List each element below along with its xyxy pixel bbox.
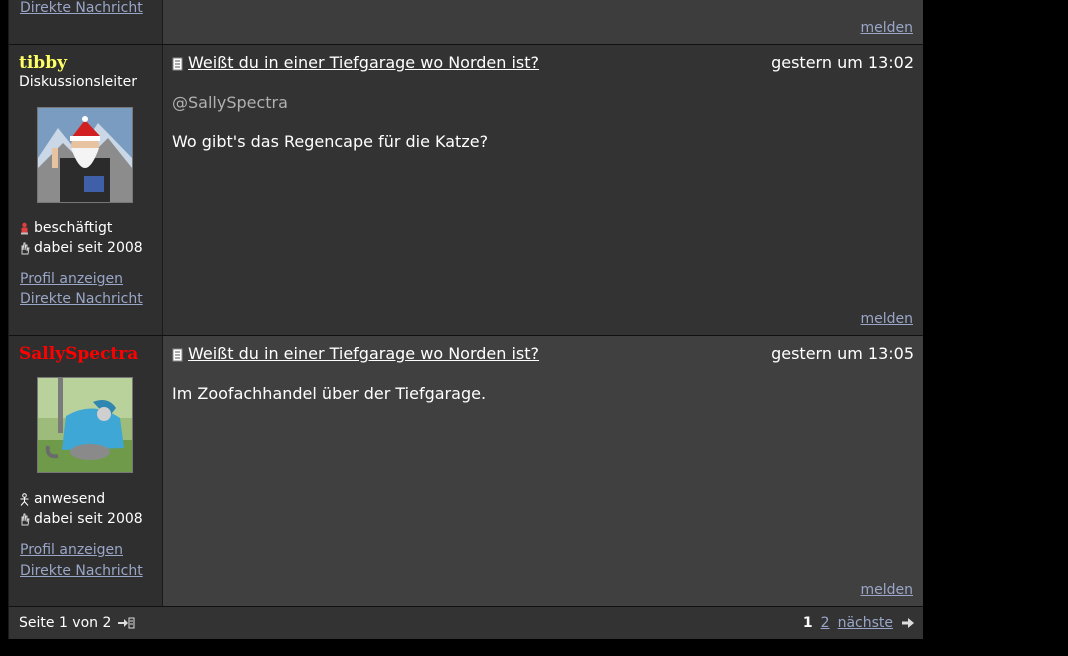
page-link-2[interactable]: 2 bbox=[821, 615, 830, 631]
status-label: beschäftigt bbox=[34, 220, 113, 236]
member-since: dabei seit 2008 bbox=[19, 240, 143, 256]
hand-icon bbox=[19, 513, 30, 526]
post-body: Weißt du in einer Tiefgarage wo Norden i… bbox=[163, 45, 923, 335]
direct-message-link[interactable]: Direkte Nachricht bbox=[20, 291, 143, 307]
post-body: melden bbox=[163, 0, 923, 44]
post-list: Direkte Nachricht melden tibby Diskussio… bbox=[8, 0, 923, 639]
post-title[interactable]: Weißt du in einer Tiefgarage wo Norden i… bbox=[188, 344, 539, 363]
online-status: anwesend bbox=[19, 491, 105, 507]
author-panel: Direkte Nachricht bbox=[9, 0, 163, 44]
report-link[interactable]: melden bbox=[860, 20, 913, 36]
user-rank: Diskussionsleiter bbox=[19, 74, 137, 90]
direct-message-link[interactable]: Direkte Nachricht bbox=[20, 0, 143, 16]
hand-icon bbox=[19, 242, 30, 255]
post-document-icon bbox=[172, 347, 184, 361]
post-date: gestern um 13:02 bbox=[771, 53, 914, 72]
post-document-icon bbox=[172, 56, 184, 70]
username[interactable]: tibby bbox=[19, 53, 67, 73]
jump-to-page-icon[interactable] bbox=[117, 617, 135, 629]
member-since: dabei seit 2008 bbox=[19, 511, 143, 527]
post-body: Weißt du in einer Tiefgarage wo Norden i… bbox=[163, 336, 923, 606]
member-since-label: dabei seit 2008 bbox=[34, 240, 143, 256]
author-panel: SallySpectra anwesend dabei seit 2008 Pr… bbox=[9, 336, 163, 606]
avatar-santa-image bbox=[38, 108, 132, 202]
page-summary: Seite 1 von 2 bbox=[19, 615, 112, 631]
online-status: beschäftigt bbox=[19, 220, 112, 236]
post-date: gestern um 13:05 bbox=[771, 344, 914, 363]
post-title[interactable]: Weißt du in einer Tiefgarage wo Norden i… bbox=[188, 53, 539, 72]
post-header: Weißt du in einer Tiefgarage wo Norden i… bbox=[172, 344, 914, 363]
profile-link[interactable]: Profil anzeigen bbox=[20, 542, 123, 558]
previous-post: Direkte Nachricht melden bbox=[9, 0, 923, 45]
pagination: Seite 1 von 2 1 2 nächste bbox=[9, 607, 923, 639]
next-page-link[interactable]: nächste bbox=[838, 615, 893, 631]
post-text: Im Zoofachhandel über der Tiefgarage. bbox=[172, 384, 487, 403]
status-label: anwesend bbox=[34, 491, 106, 507]
report-link[interactable]: melden bbox=[860, 311, 913, 327]
post-sallyspectra: SallySpectra anwesend dabei seit 2008 Pr… bbox=[9, 336, 923, 607]
present-person-icon bbox=[19, 492, 30, 506]
avatar-cat-image bbox=[38, 378, 132, 472]
report-link[interactable]: melden bbox=[860, 582, 913, 598]
post-tibby: tibby Diskussionsleiter beschäftigt dabe… bbox=[9, 45, 923, 336]
arrow-right-icon[interactable] bbox=[901, 617, 915, 629]
author-panel: tibby Diskussionsleiter beschäftigt dabe… bbox=[9, 45, 163, 335]
post-mention: @SallySpectra bbox=[172, 93, 288, 112]
profile-link[interactable]: Profil anzeigen bbox=[20, 271, 123, 287]
current-page: 1 bbox=[802, 615, 813, 631]
busy-person-icon bbox=[19, 222, 30, 235]
post-header: Weißt du in einer Tiefgarage wo Norden i… bbox=[172, 53, 914, 72]
member-since-label: dabei seit 2008 bbox=[34, 511, 143, 527]
post-text: Wo gibt's das Regencape für die Katze? bbox=[172, 132, 489, 151]
avatar[interactable] bbox=[37, 107, 133, 203]
username[interactable]: SallySpectra bbox=[19, 344, 138, 364]
direct-message-link[interactable]: Direkte Nachricht bbox=[20, 563, 143, 579]
avatar[interactable] bbox=[37, 377, 133, 473]
